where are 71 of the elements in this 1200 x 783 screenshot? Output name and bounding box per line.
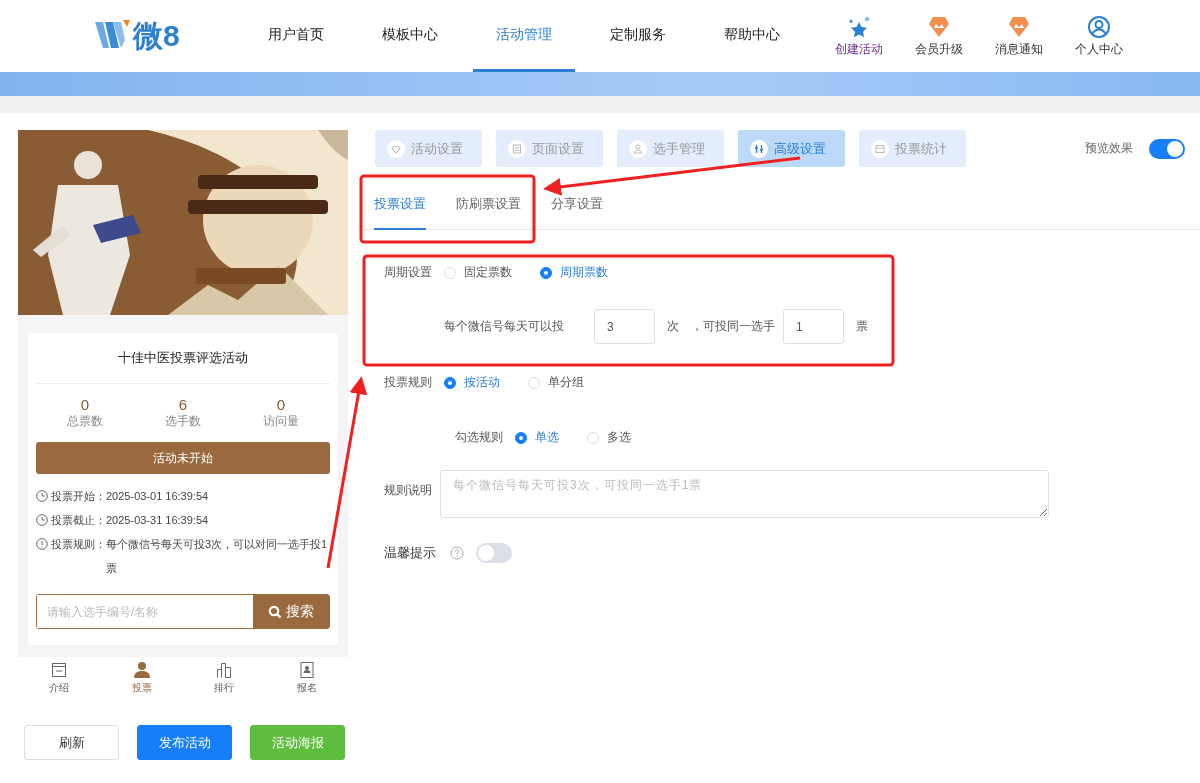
stars-icon — [847, 14, 871, 39]
field-label: ，可投同一选手 — [691, 318, 775, 335]
page-icon — [508, 139, 526, 158]
bar-chart-icon — [215, 661, 234, 679]
logo-text: 微8 — [133, 21, 180, 51]
radio-option[interactable]: 固定票数 — [444, 264, 512, 281]
header-link[interactable]: 会员升级 — [915, 40, 963, 58]
search-button[interactable]: 搜索 — [253, 595, 329, 628]
person-icon — [132, 661, 151, 679]
sliders-icon — [750, 139, 768, 158]
field-label: 周期设置 — [384, 264, 432, 281]
info-value: 每个微信号每天可投3次，可以对同一选手投1票 — [106, 537, 329, 576]
number-field[interactable]: 3 — [594, 309, 655, 344]
info-icon — [36, 538, 48, 550]
stat-value: 0 — [80, 396, 90, 413]
field-label: 投票规则 — [384, 374, 432, 391]
help-icon — [450, 546, 464, 560]
info-value: 2025-03-01 16:39:54 — [106, 489, 209, 504]
stat-value: 0 — [276, 396, 286, 413]
clock-icon — [36, 490, 48, 502]
radio-option[interactable]: 多选 — [587, 429, 631, 446]
nav-link[interactable]: 模板中心 — [359, 0, 461, 72]
document-icon — [50, 661, 69, 679]
info-label: 投票截止： — [51, 513, 106, 528]
stat-value: 6 — [178, 396, 188, 413]
publish-button[interactable]: 发布活动 — [137, 725, 232, 760]
person-icon — [629, 139, 647, 158]
toggle-switch[interactable] — [1149, 138, 1185, 159]
search-field[interactable]: 请输入选手编号/名称 搜索 — [36, 594, 330, 629]
unit-label: 次 — [667, 318, 679, 335]
radio-option[interactable]: 按活动 — [444, 374, 500, 391]
stat-label: 总票数 — [67, 413, 103, 430]
search-icon — [268, 604, 282, 619]
id-card-icon — [297, 661, 316, 679]
unit-label: 票 — [856, 318, 868, 335]
bottom-nav-tab[interactable]: 报名 — [265, 660, 348, 696]
nav-link[interactable]: 定制服务 — [587, 0, 689, 72]
radio-option[interactable]: 单分组 — [528, 374, 584, 391]
field-label: 温馨提示 — [384, 544, 436, 562]
header-link[interactable]: 消息通知 — [995, 40, 1043, 58]
stat-label: 选手数 — [165, 413, 201, 430]
info-label: 投票开始： — [51, 489, 106, 504]
bottom-nav-tab[interactable]: 介绍 — [18, 660, 101, 696]
tab[interactable]: 分享设置 — [551, 185, 603, 230]
activity-title: 十佳中医投票评选活动 — [36, 333, 330, 384]
nav-link[interactable]: 帮助中心 — [701, 0, 803, 72]
number-field[interactable]: 1 — [783, 309, 844, 344]
user-icon — [1087, 14, 1111, 39]
toggle-switch[interactable] — [476, 543, 512, 563]
nav-link[interactable]: 用户首页 — [245, 0, 347, 72]
bottom-nav-tab[interactable]: 排行 — [183, 660, 266, 696]
radio-option[interactable]: 周期票数 — [540, 264, 608, 281]
info-value: 2025-03-31 16:39:54 — [106, 513, 209, 528]
stat-label: 访问量 — [263, 413, 299, 430]
toggle-label: 预览效果 — [1085, 140, 1133, 157]
bottom-nav-tab[interactable]: 投票 — [100, 660, 183, 696]
info-label: 投票规则： — [51, 537, 106, 552]
tab[interactable]: 投票设置 — [374, 185, 426, 230]
field-label: 勾选规则 — [455, 429, 503, 446]
header-link[interactable]: 创建活动 — [835, 40, 883, 58]
field-label: 每个微信号每天可以投 — [444, 318, 564, 335]
radio-option[interactable]: 单选 — [515, 429, 559, 446]
badge-icon — [1007, 14, 1031, 39]
refresh-button[interactable]: 刷新 — [24, 725, 119, 760]
clock-icon — [36, 514, 48, 526]
badge-icon — [927, 14, 951, 39]
tab[interactable]: 防刷票设置 — [456, 185, 521, 230]
table-icon — [871, 139, 889, 158]
header-link[interactable]: 个人中心 — [1075, 40, 1123, 58]
status-button[interactable]: 活动未开始 — [36, 442, 330, 474]
field-label: 规则说明 — [384, 482, 432, 499]
